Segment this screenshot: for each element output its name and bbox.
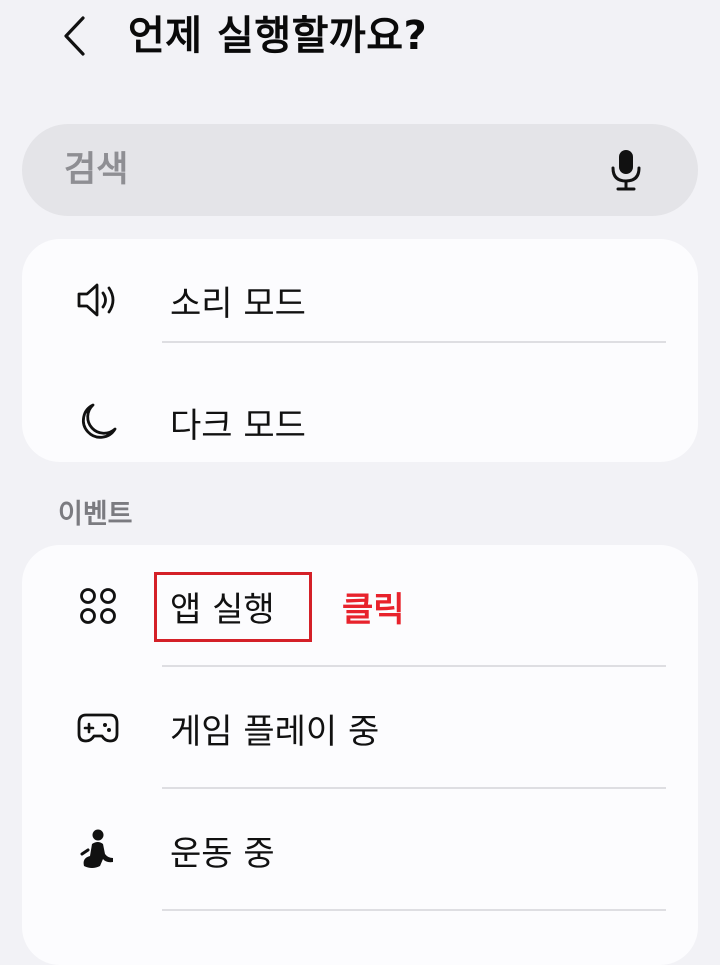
runner-icon — [80, 829, 113, 868]
chevron-left-icon — [64, 16, 85, 56]
click-annotation: 클릭 — [342, 589, 405, 630]
events-card: 앱 실행 클릭 게임 플레이 중 운동 중 — [22, 545, 698, 965]
highlight-box — [154, 572, 312, 642]
search-placeholder: 검색 — [64, 150, 129, 190]
section-header-events: 이벤트 — [58, 499, 133, 530]
list-item-label: 다크 모드 — [170, 405, 306, 446]
divider — [162, 341, 666, 343]
list-item-exercise[interactable]: 운동 중 — [22, 789, 698, 911]
page-title: 언제 실행할까요? — [128, 13, 428, 59]
divider — [162, 909, 666, 911]
search-bar[interactable]: 검색 — [22, 124, 698, 216]
list-item-gaming[interactable]: 게임 플레이 중 — [22, 667, 698, 789]
mic-button[interactable] — [602, 146, 650, 194]
moon-icon — [82, 403, 117, 439]
list-item-label: 게임 플레이 중 — [170, 711, 380, 752]
list-item-app-launch[interactable]: 앱 실행 클릭 — [22, 545, 698, 667]
microphone-icon — [611, 150, 641, 191]
gamepad-icon — [77, 713, 119, 743]
header-bar: 언제 실행할까요? — [0, 0, 720, 80]
apps-grid-icon — [80, 588, 116, 624]
modes-card: 소리 모드 다크 모드 — [22, 239, 698, 462]
speaker-icon — [77, 283, 115, 317]
back-button[interactable] — [52, 10, 96, 62]
list-item-label: 운동 중 — [170, 833, 275, 874]
list-item-dark-mode[interactable]: 다크 모드 — [22, 361, 698, 462]
